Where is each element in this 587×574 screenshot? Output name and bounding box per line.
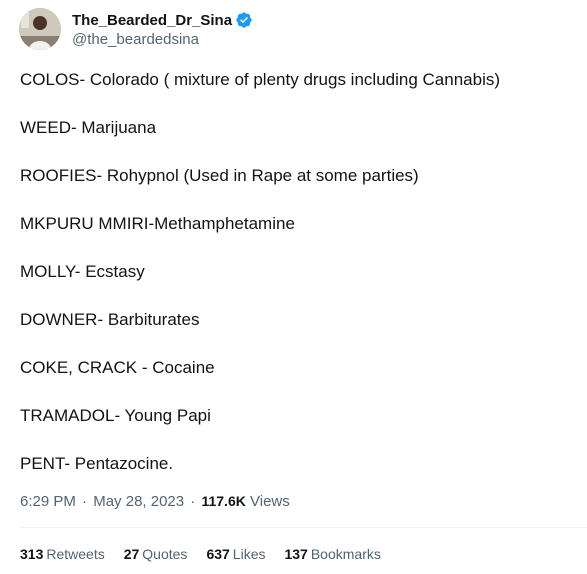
likes-stat[interactable]: 637 Likes: [206, 544, 265, 564]
bookmarks-label: Bookmarks: [310, 546, 381, 562]
tweet-header: The_Bearded_Dr_Sina @the_beardedsina: [19, 8, 253, 50]
tweet-line: WEED- Marijuana: [20, 118, 157, 137]
author-names: The_Bearded_Dr_Sina @the_beardedsina: [72, 10, 253, 48]
meta-separator: ·: [82, 493, 88, 510]
tweet-meta: 6:29 PM · May 28, 2023 · 117.6K Views: [20, 491, 290, 512]
display-name-row: The_Bearded_Dr_Sina: [72, 10, 253, 30]
quotes-count: 27: [123, 546, 140, 562]
tweet-line: DOWNER- Barbiturates: [20, 310, 200, 329]
retweets-label: Retweets: [46, 546, 105, 562]
retweets-count: 313: [20, 546, 44, 562]
retweets-stat[interactable]: 313 Retweets: [20, 544, 105, 564]
author-handle[interactable]: @the_beardedsina: [72, 31, 253, 48]
engagement-stats: 313 Retweets 27 Quotes 637 Likes 137 Bookmar…: [20, 544, 400, 564]
tweet-time[interactable]: 6:29 PM: [20, 493, 76, 510]
tweet-line: ROOFIES- Rohypnol (Used in Rape at some …: [20, 166, 419, 185]
views-label: Views: [250, 493, 290, 510]
quotes-label: Quotes: [142, 546, 188, 562]
bookmarks-stat[interactable]: 137 Bookmarks: [284, 544, 380, 564]
tweet-line: TRAMADOL- Young Papi: [20, 406, 211, 425]
tweet-line: COLOS- Colorado ( mixture of plenty drug…: [20, 70, 501, 89]
views-count[interactable]: 117.6K: [201, 493, 245, 509]
author-display-name[interactable]: The_Bearded_Dr_Sina: [72, 12, 232, 29]
likes-label: Likes: [232, 546, 266, 562]
quotes-stat[interactable]: 27 Quotes: [124, 544, 188, 564]
avatar-image: [19, 8, 61, 50]
tweet-card: The_Bearded_Dr_Sina @the_beardedsina COL…: [0, 0, 587, 574]
tweet-line: MOLLY- Ecstasy: [20, 262, 145, 281]
tweet-text: COLOS- Colorado ( mixture of plenty drug…: [20, 68, 580, 476]
bookmarks-count: 137: [284, 546, 308, 562]
meta-separator: ·: [190, 493, 196, 510]
verified-badge-icon: [235, 11, 253, 29]
tweet-line: MKPURU MMIRI-Methamphetamine: [20, 214, 295, 233]
tweet-date[interactable]: May 28, 2023: [93, 493, 184, 510]
avatar[interactable]: [19, 8, 61, 50]
divider: [20, 527, 587, 528]
tweet-line: PENT- Pentazocine.: [20, 454, 174, 473]
tweet-line: COKE, CRACK - Cocaine: [20, 358, 215, 377]
likes-count: 637: [206, 546, 230, 562]
